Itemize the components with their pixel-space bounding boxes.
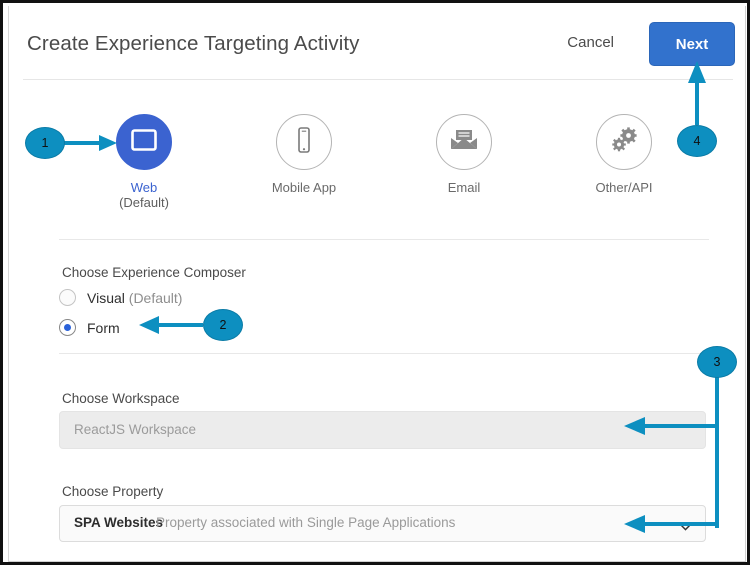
channel-label-mobile-app: Mobile App bbox=[239, 180, 369, 195]
channel-label-other-api: Other/API bbox=[559, 180, 689, 195]
property-section-label: Choose Property bbox=[62, 484, 163, 499]
radio-indicator-form[interactable] bbox=[59, 319, 76, 336]
channel-icon-mobile-wrapper[interactable] bbox=[276, 114, 332, 170]
radio-indicator-visual[interactable] bbox=[59, 289, 76, 306]
channel-label-email: Email bbox=[399, 180, 529, 195]
section-divider-1 bbox=[59, 239, 709, 240]
workspace-section-label: Choose Workspace bbox=[62, 391, 180, 406]
channel-label-web: Web bbox=[79, 180, 209, 195]
channel-option-web[interactable]: Web (Default) bbox=[79, 114, 209, 211]
radio-label-visual: Visual (Default) bbox=[87, 290, 182, 306]
next-button[interactable]: Next bbox=[649, 22, 735, 66]
dialog-header: Create Experience Targeting Activity Can… bbox=[9, 6, 745, 80]
browser-window-icon bbox=[131, 129, 157, 156]
property-description: Property associated with Single Page App… bbox=[156, 515, 455, 530]
create-activity-dialog: Create Experience Targeting Activity Can… bbox=[8, 6, 746, 562]
radio-label-visual-text: Visual bbox=[87, 290, 125, 306]
channel-selector: Web (Default) Mobile App bbox=[9, 114, 745, 224]
section-divider-2 bbox=[59, 353, 709, 354]
radio-option-form[interactable]: Form bbox=[59, 319, 120, 336]
chevron-down-icon[interactable] bbox=[680, 518, 691, 525]
channel-icon-email-wrapper[interactable] bbox=[436, 114, 492, 170]
callout-badge-4: 4 bbox=[677, 125, 717, 157]
cancel-button[interactable]: Cancel bbox=[567, 34, 614, 51]
workspace-field[interactable]: ReactJS Workspace bbox=[59, 411, 706, 449]
callout-badge-1: 1 bbox=[25, 127, 65, 159]
page-title: Create Experience Targeting Activity bbox=[27, 32, 360, 56]
radio-option-visual[interactable]: Visual (Default) bbox=[59, 289, 182, 306]
channel-sublabel-web: (Default) bbox=[79, 195, 209, 211]
channel-option-mobile-app[interactable]: Mobile App bbox=[239, 114, 369, 195]
screenshot-root: Create Experience Targeting Activity Can… bbox=[0, 0, 750, 565]
composer-section-label: Choose Experience Composer bbox=[62, 265, 246, 280]
radio-label-form: Form bbox=[87, 320, 120, 336]
channel-icon-other-wrapper[interactable] bbox=[596, 114, 652, 170]
mobile-phone-icon bbox=[295, 126, 313, 159]
header-divider bbox=[23, 79, 733, 80]
callout-badge-3: 3 bbox=[697, 346, 737, 378]
workspace-value: ReactJS Workspace bbox=[74, 422, 196, 437]
gears-icon bbox=[609, 126, 639, 159]
envelope-icon bbox=[449, 128, 479, 157]
radio-label-visual-suffix: (Default) bbox=[129, 290, 183, 306]
channel-option-email[interactable]: Email bbox=[399, 114, 529, 195]
property-name: SPA Websites bbox=[74, 515, 163, 530]
callout-badge-2: 2 bbox=[203, 309, 243, 341]
channel-option-other-api[interactable]: Other/API bbox=[559, 114, 689, 195]
channel-icon-web-wrapper[interactable] bbox=[116, 114, 172, 170]
property-dropdown[interactable]: SPA Websites Property associated with Si… bbox=[59, 505, 706, 542]
